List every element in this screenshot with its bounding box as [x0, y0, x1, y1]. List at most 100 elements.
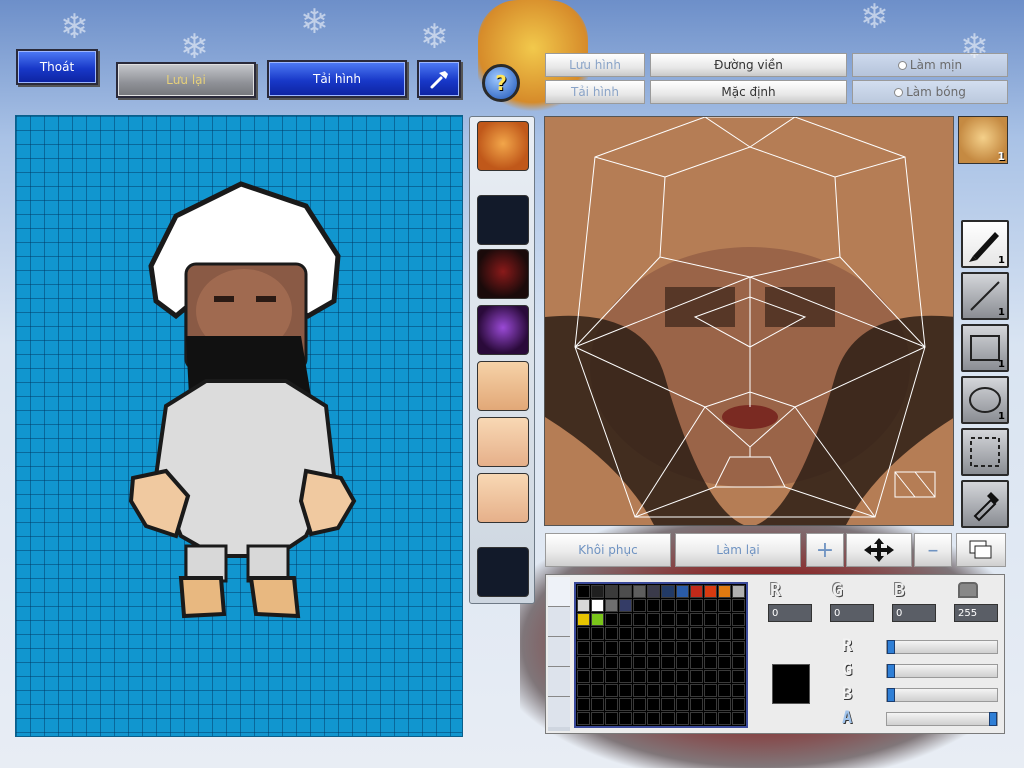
- palette-swatch[interactable]: [661, 669, 675, 683]
- palette-swatch[interactable]: [633, 669, 647, 683]
- palette-swatch[interactable]: [703, 599, 717, 613]
- face-preview[interactable]: 1: [958, 116, 1008, 164]
- palette-swatch[interactable]: [703, 585, 717, 599]
- palette-swatch[interactable]: [605, 697, 619, 711]
- green-slider[interactable]: [886, 664, 998, 678]
- palette-swatch[interactable]: [661, 697, 675, 711]
- smooth-button[interactable]: Làm mịn: [852, 53, 1008, 77]
- palette-swatch[interactable]: [619, 641, 633, 655]
- palette-swatch[interactable]: [717, 599, 731, 613]
- palette-swatch[interactable]: [675, 599, 689, 613]
- palette-swatch[interactable]: [619, 711, 633, 725]
- palette-swatch[interactable]: [647, 669, 661, 683]
- palette-swatch[interactable]: [703, 613, 717, 627]
- red-value-field[interactable]: 0: [768, 604, 812, 622]
- palette-swatch[interactable]: [675, 641, 689, 655]
- palette-swatch[interactable]: [647, 641, 661, 655]
- palette-swatch[interactable]: [591, 585, 605, 599]
- palette-swatch[interactable]: [633, 683, 647, 697]
- eyedropper-tool-button[interactable]: [961, 480, 1009, 528]
- palette-swatch[interactable]: [605, 599, 619, 613]
- load-image-button[interactable]: Tải hình: [545, 80, 645, 104]
- palette-swatch[interactable]: [731, 585, 745, 599]
- pen-tool-button[interactable]: 1: [961, 220, 1009, 268]
- restore-button[interactable]: Khôi phục: [545, 533, 671, 567]
- hammer-tool-button[interactable]: [417, 60, 461, 98]
- palette-swatch[interactable]: [591, 613, 605, 627]
- part-face-2[interactable]: [477, 417, 529, 467]
- palette-swatch[interactable]: [703, 683, 717, 697]
- palette-swatch[interactable]: [689, 669, 703, 683]
- palette-swatch[interactable]: [731, 697, 745, 711]
- palette-swatch[interactable]: [703, 641, 717, 655]
- palette-swatch[interactable]: [591, 641, 605, 655]
- palette-swatch[interactable]: [619, 613, 633, 627]
- palette-swatch[interactable]: [577, 585, 591, 599]
- palette-swatch[interactable]: [591, 669, 605, 683]
- palette-swatch[interactable]: [661, 613, 675, 627]
- palette-swatch[interactable]: [647, 711, 661, 725]
- palette-swatch[interactable]: [731, 711, 745, 725]
- palette-swatch[interactable]: [717, 683, 731, 697]
- alpha-slider-knob[interactable]: [989, 712, 997, 726]
- palette-swatch[interactable]: [675, 585, 689, 599]
- palette-swatch[interactable]: [689, 627, 703, 641]
- zoom-in-button[interactable]: +: [806, 533, 844, 567]
- palette-swatch[interactable]: [731, 641, 745, 655]
- redo-button[interactable]: Làm lại: [675, 533, 801, 567]
- exit-button[interactable]: Thoát: [16, 49, 98, 85]
- palette-swatch[interactable]: [647, 613, 661, 627]
- part-hair[interactable]: [477, 121, 529, 171]
- palette-swatch[interactable]: [731, 683, 745, 697]
- palette-swatch[interactable]: [577, 641, 591, 655]
- palette-swatch[interactable]: [661, 683, 675, 697]
- part-face-1[interactable]: [477, 361, 529, 411]
- layer-button[interactable]: [956, 533, 1006, 567]
- reload-image-button[interactable]: Tải hình: [267, 60, 407, 98]
- palette-swatch[interactable]: [689, 613, 703, 627]
- palette-swatch[interactable]: [689, 697, 703, 711]
- palette-swatch[interactable]: [731, 613, 745, 627]
- shade-button[interactable]: Làm bóng: [852, 80, 1008, 104]
- part-face-3[interactable]: [477, 473, 529, 523]
- palette-swatch[interactable]: [647, 599, 661, 613]
- palette-swatch[interactable]: [577, 669, 591, 683]
- palette-tab[interactable]: [548, 637, 570, 667]
- palette-swatch[interactable]: [633, 613, 647, 627]
- palette-swatch[interactable]: [661, 711, 675, 725]
- line-tool-button[interactable]: 1: [961, 272, 1009, 320]
- select-tool-button[interactable]: [961, 428, 1009, 476]
- palette-swatch[interactable]: [703, 655, 717, 669]
- palette-swatch[interactable]: [633, 711, 647, 725]
- part-empty-slot[interactable]: [477, 547, 529, 597]
- palette-swatch[interactable]: [661, 585, 675, 599]
- palette-swatch[interactable]: [647, 683, 661, 697]
- blue-value-field[interactable]: 0: [892, 604, 936, 622]
- palette-swatch[interactable]: [689, 641, 703, 655]
- help-button[interactable]: ?: [482, 64, 520, 102]
- palette-tab[interactable]: [548, 697, 570, 727]
- palette-tab[interactable]: [548, 577, 570, 607]
- palette-swatch[interactable]: [591, 599, 605, 613]
- palette-swatch[interactable]: [619, 627, 633, 641]
- palette-swatch[interactable]: [605, 613, 619, 627]
- palette-swatch[interactable]: [619, 599, 633, 613]
- palette-tab[interactable]: [548, 667, 570, 697]
- palette-swatch[interactable]: [619, 655, 633, 669]
- palette-swatch[interactable]: [703, 669, 717, 683]
- palette-swatch[interactable]: [591, 711, 605, 725]
- palette-swatch[interactable]: [647, 585, 661, 599]
- outline-button[interactable]: Đường viền: [650, 53, 847, 77]
- palette-swatch[interactable]: [591, 683, 605, 697]
- palette-swatch[interactable]: [633, 697, 647, 711]
- palette-swatch[interactable]: [605, 641, 619, 655]
- palette-swatch[interactable]: [731, 655, 745, 669]
- zoom-out-button[interactable]: –: [914, 533, 952, 567]
- palette-swatch[interactable]: [689, 683, 703, 697]
- save-image-button[interactable]: Lưu hình: [545, 53, 645, 77]
- palette-swatch[interactable]: [591, 655, 605, 669]
- palette-swatch[interactable]: [605, 627, 619, 641]
- palette-swatch[interactable]: [731, 599, 745, 613]
- palette-swatch[interactable]: [577, 613, 591, 627]
- palette-swatch[interactable]: [577, 711, 591, 725]
